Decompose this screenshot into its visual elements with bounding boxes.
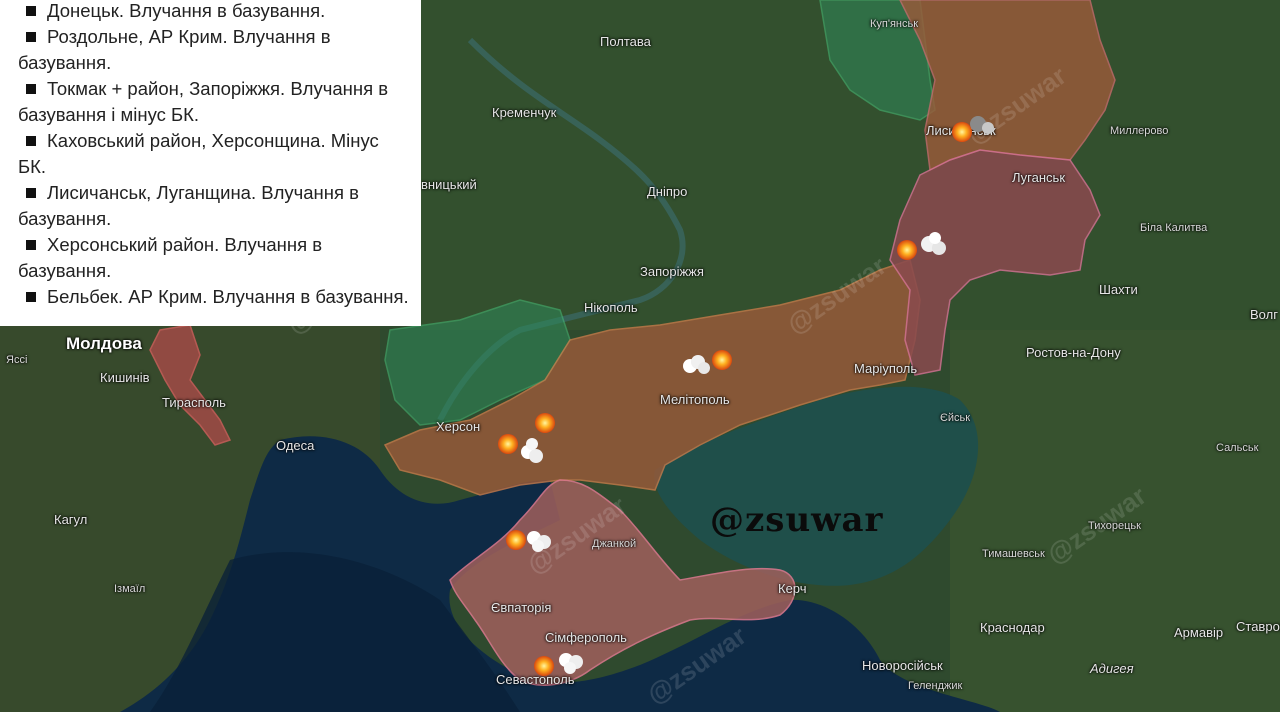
legend-text: Роздольне, АР Крим. Влучання в базування… — [18, 26, 331, 73]
label-salsk: Сальськ — [1216, 442, 1259, 454]
legend-text: Токмак + район, Запоріжжя. Влучання в ба… — [18, 78, 389, 125]
legend-text: Лисичанськ, Луганщина. Влучання в базува… — [18, 182, 359, 229]
label-timashevsk: Тимашевськ — [982, 548, 1045, 560]
label-stavropol: Ставроп — [1236, 619, 1280, 634]
label-zaporizhzhia: Запоріжжя — [640, 264, 704, 279]
strike-kherson-district[interactable] — [492, 426, 552, 466]
strike-donetsk[interactable] — [893, 226, 953, 266]
strike-rozdolne[interactable] — [502, 520, 562, 560]
strike-tokmak[interactable] — [680, 340, 740, 380]
label-millerovo: Миллерово — [1110, 125, 1169, 137]
legend-text: Каховський район, Херсонщина. Мінус БК. — [18, 130, 379, 177]
bullet-icon — [26, 6, 36, 17]
label-mariupol: Маріуполь — [854, 361, 918, 376]
bullet-icon — [26, 136, 36, 147]
label-armavir: Армавір — [1174, 625, 1224, 640]
label-bila-kalytva: Біла Калитва — [1140, 222, 1208, 234]
legend-text: Херсонський район. Влучання в базування. — [18, 234, 323, 281]
label-yevpatoria: Євпаторія — [491, 600, 552, 615]
legend-item: Херсонський район. Влучання в базування. — [18, 232, 411, 284]
bullet-icon — [26, 188, 36, 199]
strike-lysychansk[interactable] — [950, 110, 1000, 150]
legend-item: Лисичанськ, Луганщина. Влучання в базува… — [18, 180, 411, 232]
label-novorossiysk: Новоросійськ — [862, 658, 943, 673]
label-rostov: Ростов-на-Дону — [1026, 345, 1121, 360]
label-kremenchuk: Кременчук — [492, 105, 557, 120]
label-volgo: Волг — [1250, 307, 1278, 322]
strike-legend-panel: Донецьк. Влучання в базування. Роздольне… — [0, 0, 421, 326]
explosion-icon — [498, 434, 518, 454]
label-kupiansk: Куп'янськ — [870, 18, 919, 30]
label-simferopol: Сімферополь — [545, 630, 627, 645]
label-tikhoretsk: Тихорецьк — [1088, 520, 1141, 532]
label-nikopol: Нікополь — [584, 300, 638, 315]
label-kherson: Херсон — [436, 419, 481, 434]
label-dnipro: Дніпро — [647, 184, 688, 199]
bullet-icon — [26, 32, 36, 43]
label-poltava: Полтава — [600, 34, 651, 49]
explosion-icon — [534, 656, 554, 676]
strike-belbek[interactable] — [530, 644, 590, 684]
bullet-icon — [26, 292, 36, 303]
label-odesa: Одеса — [276, 438, 315, 453]
bullet-icon — [26, 240, 36, 251]
label-melitopol: Мелітополь — [660, 392, 730, 407]
label-gelendzhik: Геленджик — [908, 680, 963, 692]
label-kropyvnytskyi: вницький — [421, 177, 477, 192]
label-iasi: Яссі — [6, 354, 28, 366]
label-tiraspol: Тирасполь — [162, 395, 226, 410]
explosion-icon — [506, 530, 526, 550]
legend-item: Каховський район, Херсонщина. Мінус БК. — [18, 128, 411, 180]
zsuwar-watermark: @zsuwar — [710, 500, 884, 540]
explosion-icon — [897, 240, 917, 260]
label-krasnodar: Краснодар — [980, 620, 1045, 635]
legend-text: Донецьк. Влучання в базування. — [47, 0, 326, 21]
label-yeisk: Єйськ — [940, 412, 971, 424]
label-shakhty: Шахти — [1099, 282, 1138, 297]
label-dzhankoi: Джанкой — [592, 538, 637, 550]
label-moldova: Молдова — [66, 334, 142, 353]
legend-item: Токмак + район, Запоріжжя. Влучання в ба… — [18, 76, 411, 128]
explosion-icon — [712, 350, 732, 370]
legend-item: Донецьк. Влучання в базування. — [18, 0, 411, 24]
explosion-icon — [952, 122, 972, 142]
legend-item: Роздольне, АР Крим. Влучання в базування… — [18, 24, 411, 76]
label-chisinau: Кишинів — [100, 370, 150, 385]
label-luhansk: Луганськ — [1012, 170, 1066, 185]
label-izmail: Ізмаїл — [114, 583, 146, 595]
legend-text: Бельбек. АР Крим. Влучання в базування. — [47, 286, 409, 307]
label-kagul: Кагул — [54, 512, 88, 527]
label-adygea: Адигея — [1090, 661, 1134, 676]
label-kerch: Керч — [778, 581, 807, 596]
legend-item: Бельбек. АР Крим. Влучання в базування. — [18, 284, 411, 310]
bullet-icon — [26, 84, 36, 95]
